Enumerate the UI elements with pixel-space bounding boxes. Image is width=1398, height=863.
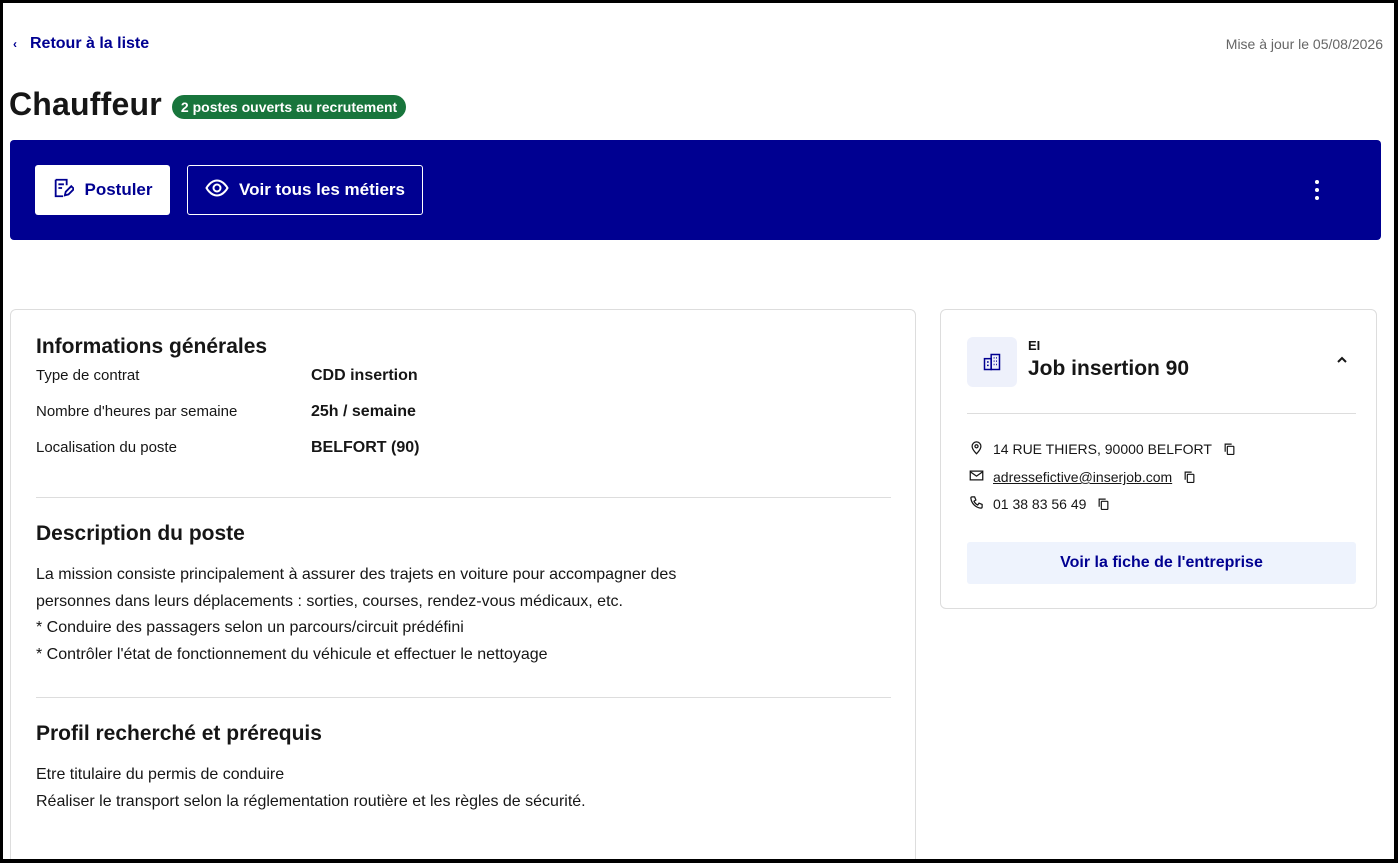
info-label: Nombre d'heures par semaine: [36, 403, 238, 420]
card-divider: [967, 413, 1356, 414]
description-section: Description du poste La mission consiste…: [36, 522, 891, 668]
description-line: personnes dans leurs déplacements : sort…: [36, 592, 623, 610]
email-row: adressefictive@inserjob.com: [969, 468, 1196, 486]
address-row: 14 RUE THIERS, 90000 BELFORT: [969, 440, 1236, 458]
company-type: EI: [1028, 338, 1041, 353]
phone-icon: [969, 495, 984, 513]
page-title: Chauffeur: [9, 86, 162, 122]
chevron-up-icon[interactable]: [1334, 352, 1350, 368]
company-card: EI Job insertion 90 14 RUE THIERS, 90000…: [940, 309, 1377, 609]
profile-line: Etre titulaire du permis de conduire: [36, 766, 285, 783]
profile-heading: Profil recherché et prérequis: [36, 722, 322, 745]
description-line: La mission consiste principalement à ass…: [36, 566, 677, 583]
info-value: BELFORT (90): [311, 439, 420, 456]
chevron-left-icon: ‹: [13, 37, 17, 51]
page: ‹ Retour à la liste Mise à jour le 05/08…: [3, 3, 1394, 859]
more-vertical-icon[interactable]: [1307, 176, 1327, 204]
view-company-button[interactable]: Voir la fiche de l'entreprise: [967, 542, 1356, 584]
apply-button[interactable]: Postuler: [35, 165, 170, 215]
building-icon: [967, 337, 1017, 387]
description-line: * Conduire des passagers selon un parcou…: [36, 619, 464, 636]
info-list: Type de contrat CDD insertion Nombre d'h…: [36, 367, 891, 475]
view-all-jobs-button[interactable]: Voir tous les métiers: [187, 165, 423, 215]
top-bar: ‹ Retour à la liste Mise à jour le 05/08…: [3, 3, 1394, 85]
copy-icon[interactable]: [1223, 442, 1236, 456]
eye-icon: [205, 176, 229, 205]
mail-icon: [969, 468, 984, 486]
map-pin-icon: [969, 440, 984, 458]
general-info-section: Informations générales Type de contrat C…: [36, 335, 891, 475]
company-email-link[interactable]: adressefictive@inserjob.com: [993, 469, 1172, 485]
profile-section: Profil recherché et prérequis Etre titul…: [36, 722, 891, 815]
info-value: CDD insertion: [311, 367, 418, 384]
info-label: Localisation du poste: [36, 439, 177, 456]
info-label: Type de contrat: [36, 367, 140, 384]
info-value: 25h / semaine: [311, 403, 416, 420]
phone-row: 01 38 83 56 49: [969, 495, 1110, 513]
apply-button-label: Postuler: [84, 180, 153, 199]
company-phone: 01 38 83 56 49: [993, 496, 1087, 512]
info-row: Nombre d'heures par semaine 25h / semain…: [36, 403, 891, 439]
view-all-jobs-label: Voir tous les métiers: [239, 180, 405, 199]
action-bar: Postuler Voir tous les métiers: [10, 140, 1381, 240]
company-address: 14 RUE THIERS, 90000 BELFORT: [993, 441, 1212, 457]
general-info-heading: Informations générales: [36, 335, 268, 358]
description-heading: Description du poste: [36, 522, 245, 545]
edit-form-icon: [52, 177, 76, 204]
copy-icon[interactable]: [1183, 470, 1196, 484]
profile-line: Réaliser le transport selon la réglement…: [36, 792, 586, 810]
description-line: * Contrôler l'état de fonctionnement du …: [36, 645, 548, 663]
last-updated-text: Mise à jour le 05/08/2026: [1225, 36, 1383, 52]
back-link-label: Retour à la liste: [30, 35, 150, 52]
copy-icon[interactable]: [1097, 497, 1110, 511]
info-row: Type de contrat CDD insertion: [36, 367, 891, 403]
job-details-card: Informations générales Type de contrat C…: [10, 309, 916, 859]
info-row: Localisation du poste BELFORT (90): [36, 439, 891, 475]
company-name: Job insertion 90: [1028, 357, 1190, 380]
section-divider: [36, 497, 891, 498]
section-divider: [36, 697, 891, 698]
back-to-list-link[interactable]: ‹ Retour à la liste: [13, 35, 149, 53]
title-row: Chauffeur 2 postes ouverts au recrutemen…: [9, 86, 407, 123]
open-positions-badge: 2 postes ouverts au recrutement: [171, 94, 407, 119]
